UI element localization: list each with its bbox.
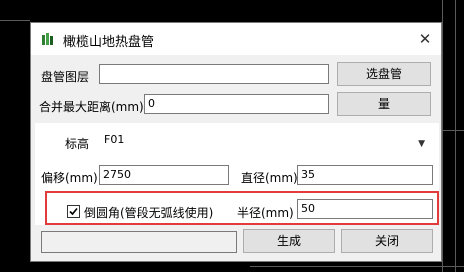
cad-background-line bbox=[455, 0, 456, 272]
offset-input[interactable]: 2750 bbox=[99, 165, 229, 185]
merge-distance-input[interactable]: 0 bbox=[144, 94, 329, 114]
radius-input[interactable]: 50 bbox=[297, 199, 433, 219]
cad-background-line bbox=[250, 266, 464, 267]
measure-button[interactable]: 量 bbox=[337, 92, 431, 116]
checkmark-icon bbox=[69, 207, 78, 216]
fillet-label: 倒圆角(管段无弧线使用) bbox=[84, 206, 214, 220]
pipe-layer-label: 盘管图层 bbox=[41, 70, 90, 84]
fillet-checkbox[interactable] bbox=[67, 205, 80, 218]
status-box bbox=[41, 231, 237, 253]
elevation-label: 标高 bbox=[65, 137, 90, 151]
title-bar: 橄榄山地热盘管 ✕ bbox=[31, 23, 441, 55]
cad-background-line bbox=[442, 0, 443, 272]
chevron-down-icon[interactable]: ▼ bbox=[418, 137, 425, 151]
close-button[interactable]: 关闭 bbox=[341, 229, 433, 253]
radius-label: 半径(mm) bbox=[237, 206, 294, 220]
elevation-value: F01 bbox=[104, 133, 125, 146]
diameter-label: 直径(mm) bbox=[241, 171, 298, 185]
merge-distance-label: 合并最大距离(mm) bbox=[39, 100, 144, 114]
diameter-input[interactable]: 35 bbox=[297, 165, 433, 185]
cad-background-line bbox=[0, 20, 30, 21]
window-close-button[interactable]: ✕ bbox=[415, 29, 435, 49]
offset-label: 偏移(mm) bbox=[41, 171, 98, 185]
dialog-window: 橄榄山地热盘管 ✕ 盘管图层 选盘管 合并最大距离(mm) 0 量 标高 F01… bbox=[30, 22, 442, 262]
pipe-layer-input[interactable] bbox=[99, 64, 329, 84]
elevation-select[interactable]: F01 ▼ bbox=[101, 131, 433, 151]
select-pipe-button[interactable]: 选盘管 bbox=[337, 62, 431, 86]
cad-background-line bbox=[442, 130, 464, 131]
window-title: 橄榄山地热盘管 bbox=[63, 35, 155, 50]
generate-button[interactable]: 生成 bbox=[243, 229, 335, 253]
app-icon bbox=[41, 32, 55, 46]
